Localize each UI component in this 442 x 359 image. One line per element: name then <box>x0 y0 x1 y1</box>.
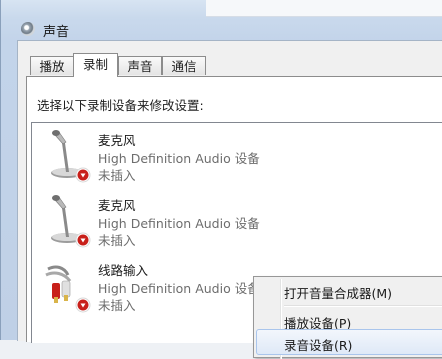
tab-playback[interactable]: 播放 <box>30 56 74 75</box>
tab-recording[interactable]: 录制 <box>73 53 118 77</box>
device-status: 未插入 <box>98 233 136 248</box>
device-status: 未插入 <box>98 298 136 313</box>
device-item[interactable]: 麦克风 High Definition Audio 设备 未插入 <box>32 123 442 187</box>
menu-separator <box>284 305 442 307</box>
instruction-text: 选择以下录制设备来修改设置: <box>37 98 204 113</box>
window-title: 声音 <box>43 25 70 40</box>
tab-communications[interactable]: 通信 <box>162 56 206 75</box>
speaker-icon <box>21 22 35 36</box>
microphone-icon <box>51 130 91 183</box>
menu-item-recording-devices[interactable]: 录音设备(R) <box>284 335 352 354</box>
tab-sounds[interactable]: 声音 <box>118 56 162 75</box>
device-item[interactable]: 麦克风 High Definition Audio 设备 未插入 <box>32 188 442 252</box>
menu-item-open-volume-mixer[interactable]: 打开音量合成器(M) <box>284 283 392 302</box>
device-name: 麦克风 <box>98 198 136 213</box>
line-in-cable-icon <box>45 265 91 313</box>
device-status: 未插入 <box>98 168 136 183</box>
microphone-icon <box>51 195 91 248</box>
sound-dialog: 声音 播放 录制 声音 通信 选择以下录制设备来修改设置: 麦克风 High D… <box>0 0 442 359</box>
device-name: 麦克风 <box>98 133 136 148</box>
device-name: 线路输入 <box>98 263 149 278</box>
title-bar[interactable]: 声音 <box>1 0 442 40</box>
context-menu: 打开音量合成器(M) 播放设备(P) 录音设备(R) <box>253 276 442 359</box>
